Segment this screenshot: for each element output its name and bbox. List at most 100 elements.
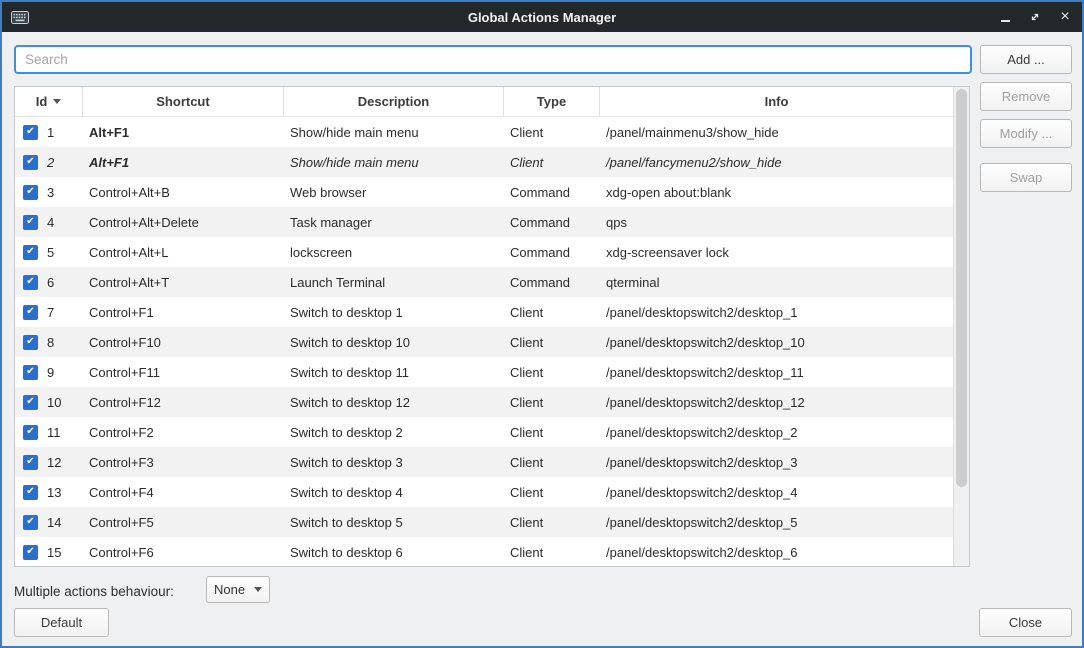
- row-type: Client: [504, 387, 600, 417]
- header-type[interactable]: Type: [504, 87, 600, 116]
- table-row[interactable]: 6 Control+Alt+T Launch Terminal Command …: [15, 267, 953, 297]
- minimize-icon[interactable]: [998, 10, 1012, 24]
- close-button[interactable]: Close: [979, 608, 1072, 637]
- row-info: /panel/desktopswitch2/desktop_5: [600, 507, 953, 537]
- row-id: 13: [47, 485, 61, 500]
- row-shortcut: Control+Alt+Delete: [83, 207, 284, 237]
- close-icon[interactable]: ×: [1058, 10, 1072, 24]
- row-checkbox[interactable]: [23, 515, 38, 530]
- table-row[interactable]: 15 Control+F6 Switch to desktop 6 Client…: [15, 537, 953, 567]
- row-id: 14: [47, 515, 61, 530]
- table-row[interactable]: 12 Control+F3 Switch to desktop 3 Client…: [15, 447, 953, 477]
- search-input[interactable]: [14, 45, 972, 74]
- row-description: Switch to desktop 5: [284, 507, 504, 537]
- modify-button[interactable]: Modify ...: [980, 119, 1072, 148]
- row-info: /panel/mainmenu3/show_hide: [600, 117, 953, 147]
- row-description: Switch to desktop 6: [284, 537, 504, 567]
- table-row[interactable]: 8 Control+F10 Switch to desktop 10 Clien…: [15, 327, 953, 357]
- remove-button[interactable]: Remove: [980, 82, 1072, 111]
- row-id: 2: [47, 155, 54, 170]
- row-shortcut: Control+F3: [83, 447, 284, 477]
- row-checkbox[interactable]: [23, 455, 38, 470]
- row-id: 12: [47, 455, 61, 470]
- row-checkbox[interactable]: [23, 155, 38, 170]
- row-description: Switch to desktop 4: [284, 477, 504, 507]
- keyboard-icon: [11, 11, 29, 24]
- row-id: 6: [47, 275, 54, 290]
- row-shortcut: Control+F6: [83, 537, 284, 567]
- behaviour-dropdown-value: None: [214, 582, 245, 597]
- row-id: 1: [47, 125, 54, 140]
- row-shortcut: Control+Alt+T: [83, 267, 284, 297]
- restore-icon[interactable]: [1028, 10, 1042, 24]
- row-info: /panel/desktopswitch2/desktop_1: [600, 297, 953, 327]
- row-info: /panel/desktopswitch2/desktop_10: [600, 327, 953, 357]
- scrollbar-thumb[interactable]: [956, 89, 967, 487]
- row-description: Switch to desktop 12: [284, 387, 504, 417]
- row-info: /panel/desktopswitch2/desktop_12: [600, 387, 953, 417]
- table-row[interactable]: 7 Control+F1 Switch to desktop 1 Client …: [15, 297, 953, 327]
- row-type: Client: [504, 417, 600, 447]
- row-description: Web browser: [284, 177, 504, 207]
- row-checkbox[interactable]: [23, 185, 38, 200]
- row-shortcut: Control+F2: [83, 417, 284, 447]
- table-row[interactable]: 5 Control+Alt+L lockscreen Command xdg-s…: [15, 237, 953, 267]
- table-row[interactable]: 14 Control+F5 Switch to desktop 5 Client…: [15, 507, 953, 537]
- row-description: Switch to desktop 2: [284, 417, 504, 447]
- shortcuts-table: Id Shortcut Description Type Info 1 Alt+…: [14, 86, 970, 567]
- row-info: /panel/desktopswitch2/desktop_11: [600, 357, 953, 387]
- row-description: Task manager: [284, 207, 504, 237]
- add-button[interactable]: Add ...: [980, 45, 1072, 74]
- header-shortcut[interactable]: Shortcut: [83, 87, 284, 116]
- row-description: Show/hide main menu: [284, 147, 504, 177]
- row-type: Client: [504, 447, 600, 477]
- row-type: Client: [504, 297, 600, 327]
- row-type: Client: [504, 147, 600, 177]
- row-shortcut: Control+F10: [83, 327, 284, 357]
- row-shortcut: Control+Alt+B: [83, 177, 284, 207]
- row-info: xdg-screensaver lock: [600, 237, 953, 267]
- table-row[interactable]: 4 Control+Alt+Delete Task manager Comman…: [15, 207, 953, 237]
- row-checkbox[interactable]: [23, 125, 38, 140]
- row-checkbox[interactable]: [23, 395, 38, 410]
- table-row[interactable]: 2 Alt+F1 Show/hide main menu Client /pan…: [15, 147, 953, 177]
- row-id: 9: [47, 365, 54, 380]
- row-shortcut: Control+F11: [83, 357, 284, 387]
- table-row[interactable]: 10 Control+F12 Switch to desktop 12 Clie…: [15, 387, 953, 417]
- header-info[interactable]: Info: [600, 87, 953, 116]
- row-id: 10: [47, 395, 61, 410]
- table-header: Id Shortcut Description Type Info: [15, 87, 953, 117]
- row-type: Command: [504, 177, 600, 207]
- row-shortcut: Control+F4: [83, 477, 284, 507]
- row-type: Client: [504, 477, 600, 507]
- row-type: Client: [504, 357, 600, 387]
- table-row[interactable]: 9 Control+F11 Switch to desktop 11 Clien…: [15, 357, 953, 387]
- row-checkbox[interactable]: [23, 365, 38, 380]
- vertical-scrollbar[interactable]: [953, 87, 969, 566]
- row-checkbox[interactable]: [23, 215, 38, 230]
- table-row[interactable]: 13 Control+F4 Switch to desktop 4 Client…: [15, 477, 953, 507]
- table-row[interactable]: 3 Control+Alt+B Web browser Command xdg-…: [15, 177, 953, 207]
- row-checkbox[interactable]: [23, 335, 38, 350]
- behaviour-label: Multiple actions behaviour:: [14, 584, 174, 599]
- row-info: /panel/desktopswitch2/desktop_2: [600, 417, 953, 447]
- row-checkbox[interactable]: [23, 305, 38, 320]
- row-description: lockscreen: [284, 237, 504, 267]
- row-shortcut: Control+Alt+L: [83, 237, 284, 267]
- sort-down-icon: [53, 99, 61, 104]
- table-row[interactable]: 1 Alt+F1 Show/hide main menu Client /pan…: [15, 117, 953, 147]
- header-id[interactable]: Id: [15, 87, 83, 116]
- row-type: Client: [504, 537, 600, 567]
- behaviour-dropdown[interactable]: None: [206, 576, 270, 603]
- row-checkbox[interactable]: [23, 425, 38, 440]
- table-row[interactable]: 11 Control+F2 Switch to desktop 2 Client…: [15, 417, 953, 447]
- row-checkbox[interactable]: [23, 545, 38, 560]
- row-checkbox[interactable]: [23, 245, 38, 260]
- header-description[interactable]: Description: [284, 87, 504, 116]
- swap-button[interactable]: Swap: [980, 163, 1072, 192]
- row-type: Command: [504, 207, 600, 237]
- row-info: qps: [600, 207, 953, 237]
- default-button[interactable]: Default: [14, 608, 109, 637]
- row-checkbox[interactable]: [23, 485, 38, 500]
- row-checkbox[interactable]: [23, 275, 38, 290]
